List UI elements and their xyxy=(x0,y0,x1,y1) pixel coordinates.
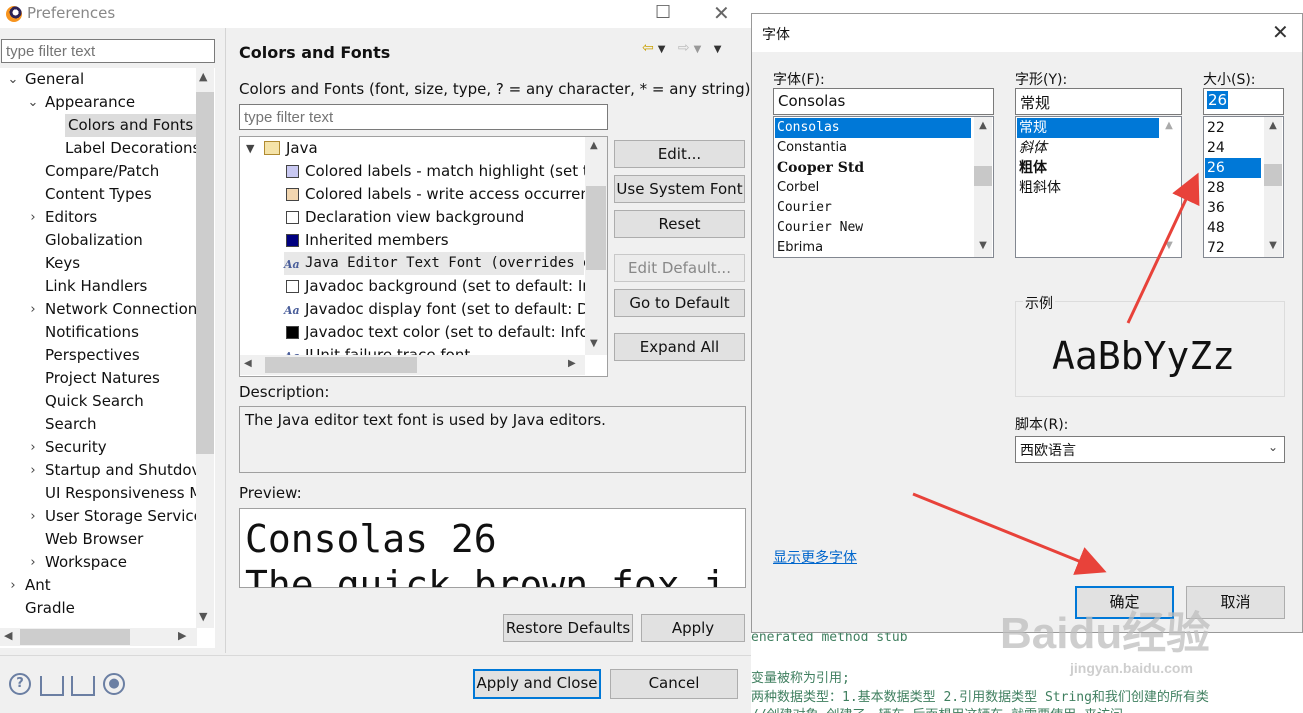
arrow-to-size-list xyxy=(1126,172,1200,324)
screen: Preferences ☐ ✕ ⌄General⌄AppearanceColor… xyxy=(0,0,1303,713)
watermark-url: jingyan.baidu.com xyxy=(1070,660,1193,676)
watermark-logo: Baidu经验 xyxy=(1000,609,1211,658)
arrow-to-ok-button xyxy=(912,492,1107,575)
